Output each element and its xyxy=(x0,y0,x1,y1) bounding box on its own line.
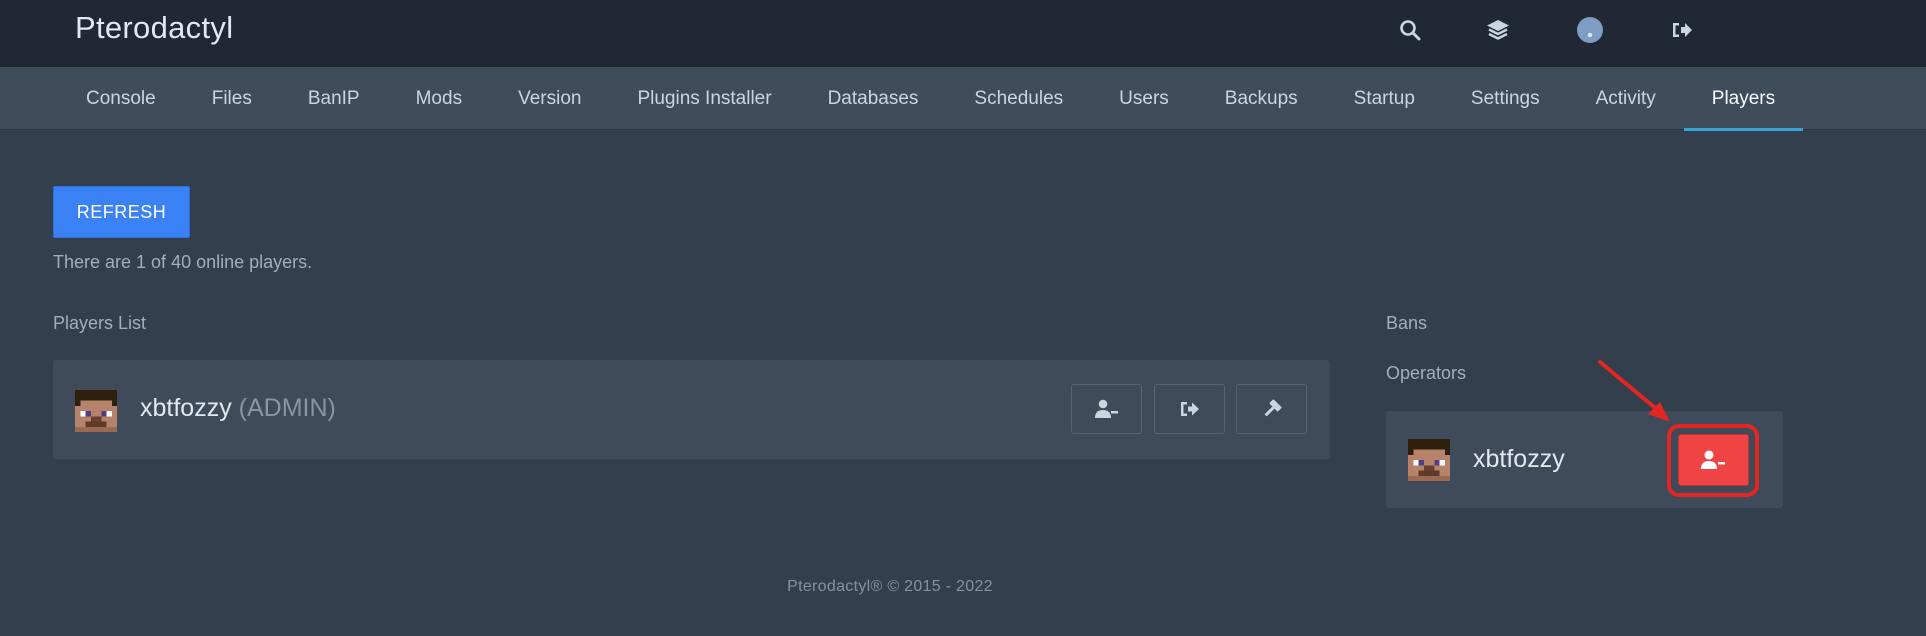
player-head-avatar xyxy=(75,390,117,432)
players-list-heading: Players List xyxy=(53,313,147,333)
search-icon[interactable] xyxy=(1394,14,1426,46)
tab-mods[interactable]: Mods xyxy=(388,67,490,130)
tab-startup[interactable]: Startup xyxy=(1326,67,1443,130)
tab-users[interactable]: Users xyxy=(1091,67,1197,130)
annotation-highlight-ring xyxy=(1667,424,1759,497)
tab-files[interactable]: Files xyxy=(184,67,280,130)
tab-backups[interactable]: Backups xyxy=(1197,67,1326,130)
tab-plugins-installer[interactable]: Plugins Installer xyxy=(609,67,799,130)
tab-activity[interactable]: Activity xyxy=(1568,67,1684,130)
online-players-count: There are 1 of 40 online players. xyxy=(53,252,313,272)
tab-schedules[interactable]: Schedules xyxy=(946,67,1091,130)
player-role: (ADMIN) xyxy=(238,394,336,422)
player-row: xbtfozzy (ADMIN) xyxy=(53,360,1330,459)
operator-head-avatar xyxy=(1408,439,1450,481)
footer-copyright: Pterodactyl® © 2015 - 2022 xyxy=(787,578,993,595)
deop-icon xyxy=(1094,399,1118,418)
tab-players[interactable]: Players xyxy=(1683,67,1804,131)
kick-player-button[interactable] xyxy=(1154,384,1225,434)
tab-databases[interactable]: Databases xyxy=(800,67,947,130)
player-name: xbtfozzy xyxy=(140,394,232,422)
layers-icon[interactable] xyxy=(1482,14,1514,46)
operator-name: xbtfozzy xyxy=(1473,445,1565,473)
player-name-line: xbtfozzy (ADMIN) xyxy=(140,394,336,423)
annotation-arrow-icon xyxy=(1598,360,1670,422)
kick-icon xyxy=(1180,402,1199,416)
brand-title[interactable]: Pterodactyl xyxy=(75,10,233,46)
deop-player-button[interactable] xyxy=(1071,384,1142,434)
logout-icon[interactable] xyxy=(1666,14,1698,46)
bans-heading: Bans xyxy=(1386,313,1428,333)
server-nav: Console Files BanIP Mods Version Plugins… xyxy=(0,67,1926,131)
avatar-icon[interactable] xyxy=(1574,14,1606,46)
top-bar: Pterodactyl xyxy=(0,0,1926,67)
tab-settings[interactable]: Settings xyxy=(1443,67,1568,130)
ban-hammer-icon xyxy=(1264,399,1281,417)
tab-version[interactable]: Version xyxy=(490,67,609,130)
tab-banip[interactable]: BanIP xyxy=(280,67,388,130)
operators-heading: Operators xyxy=(1386,363,1467,383)
ban-player-button[interactable] xyxy=(1236,384,1307,434)
tab-console[interactable]: Console xyxy=(58,67,184,130)
refresh-button[interactable]: REFRESH xyxy=(53,186,190,238)
